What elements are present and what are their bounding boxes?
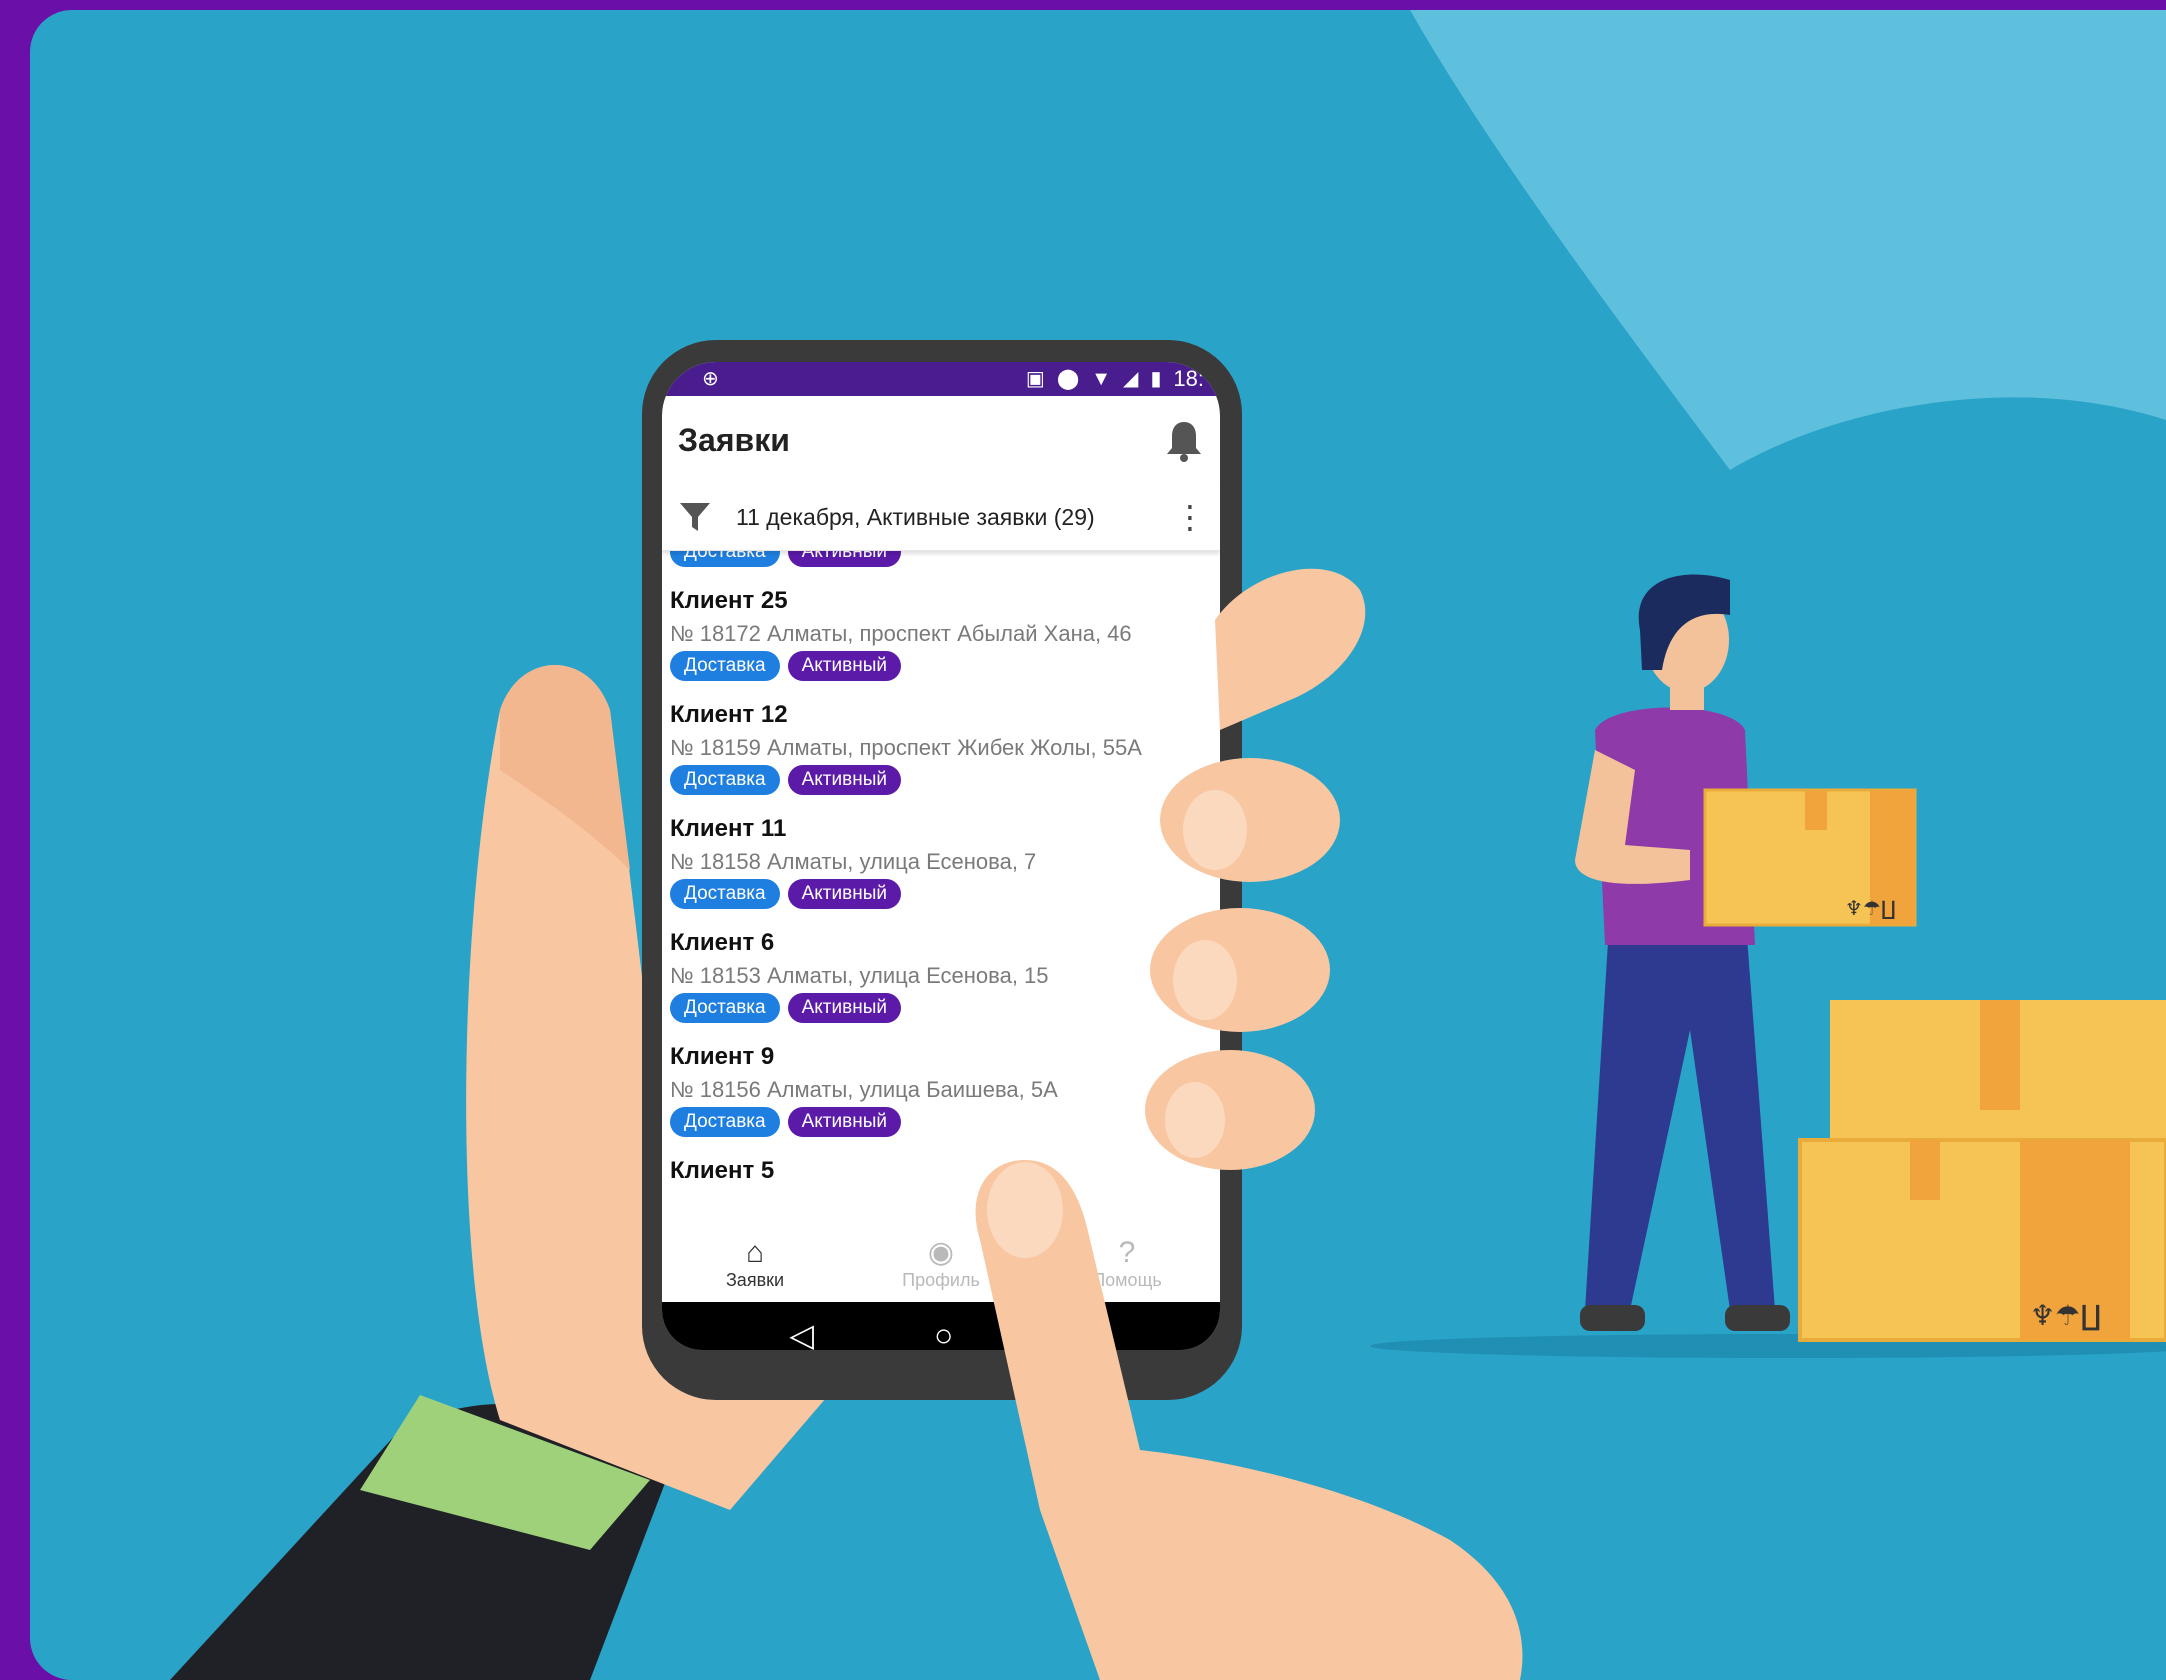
- status-badge: Активный: [787, 651, 901, 681]
- type-badge: Доставка: [670, 551, 780, 567]
- status-badge: Активный: [787, 551, 901, 567]
- nav-item-orders[interactable]: ⌂ Заявки: [680, 1236, 830, 1291]
- profile-icon: ◉: [927, 1235, 955, 1269]
- client-name: Клиент 12: [670, 701, 788, 728]
- list-item[interactable]: Клиент 25 № 18172 Алматы, проспект Абыла…: [662, 581, 1220, 695]
- filter-label: 11 декабря, Активные заявки (29): [736, 503, 1095, 530]
- back-icon[interactable]: ◁: [789, 1316, 814, 1350]
- illustration-scene: ♆☂∐ ♆☂∐ ⊕ ▣ ⬤ ▼ ◢ ▮ 18: Заявки 11 декабр…: [30, 10, 2166, 1680]
- type-badge: Доставка: [670, 993, 780, 1023]
- client-name: Клиент 11: [670, 815, 787, 842]
- orders-list[interactable]: Доставка Активный Клиент 25 № 18172 Алма…: [662, 551, 1220, 1201]
- filter-bar[interactable]: 11 декабря, Активные заявки (29) ⋮: [662, 484, 1220, 551]
- app-bar: Заявки: [662, 396, 1220, 484]
- client-name: Клиент 6: [670, 929, 775, 956]
- order-address: № 18172 Алматы, проспект Абылай Хана, 46: [670, 621, 1132, 646]
- phone-device: ⊕ ▣ ⬤ ▼ ◢ ▮ 18: Заявки 11 декабря, Актив…: [642, 340, 1242, 1400]
- nav-label: Заявки: [725, 1269, 785, 1290]
- status-bar: ⊕ ▣ ⬤ ▼ ◢ ▮ 18:: [662, 362, 1220, 396]
- list-item[interactable]: Клиент 6 № 18153 Алматы, улица Есенова, …: [662, 923, 1220, 1037]
- type-badge: Доставка: [670, 1107, 780, 1137]
- list-item[interactable]: Клиент 11 № 18158 Алматы, улица Есенова,…: [662, 809, 1220, 923]
- nav-item-help[interactable]: ? Помощь: [1052, 1236, 1202, 1291]
- svg-text:♆☂∐: ♆☂∐: [1845, 896, 1896, 920]
- client-name: Клиент 5: [670, 1157, 775, 1184]
- bottom-navigation: ⌂ Заявки ◉ Профиль ? Помощь: [662, 1224, 1220, 1302]
- status-badge: Активный: [787, 879, 901, 909]
- status-badge: Активный: [787, 765, 901, 795]
- android-navigation-bar: ◁ ○ □: [662, 1302, 1220, 1350]
- order-address: № 18156 Алматы, улица Баишева, 5А: [670, 1077, 1058, 1102]
- nav-label: Помощь: [1092, 1269, 1162, 1290]
- home-circle-icon[interactable]: ○: [934, 1317, 953, 1351]
- battery-icon: ▮: [1150, 368, 1162, 390]
- signal-icon: ◢: [1123, 368, 1139, 390]
- more-options-icon[interactable]: ⋮: [1174, 501, 1206, 533]
- help-icon: ?: [1118, 1235, 1136, 1269]
- svg-text:♆☂∐: ♆☂∐: [2030, 1299, 2101, 1332]
- cast-icon: ▣: [1025, 368, 1045, 390]
- status-badge: Активный: [787, 1107, 901, 1137]
- client-name: Клиент 9: [670, 1043, 775, 1070]
- wifi-icon: ▼: [1091, 368, 1111, 390]
- order-address: № 18158 Алматы, улица Есенова, 7: [670, 849, 1037, 874]
- home-icon: ⌂: [745, 1235, 765, 1269]
- list-item[interactable]: Клиент 5: [662, 1151, 1220, 1201]
- status-time: 18:: [1173, 366, 1204, 391]
- partial-item-badges: Доставка Активный: [670, 551, 901, 567]
- order-address: № 18153 Алматы, улица Есенова, 15: [670, 963, 1049, 988]
- type-badge: Доставка: [670, 879, 780, 909]
- nav-label: Профиль: [902, 1269, 980, 1290]
- nav-item-profile[interactable]: ◉ Профиль: [866, 1236, 1016, 1291]
- filter-icon[interactable]: [678, 499, 712, 535]
- recents-icon[interactable]: □: [1073, 1317, 1092, 1351]
- client-name: Клиент 25: [670, 587, 788, 614]
- list-item[interactable]: Клиент 12 № 18159 Алматы, проспект Жибек…: [662, 695, 1220, 809]
- list-item[interactable]: Клиент 9 № 18156 Алматы, улица Баишева, …: [662, 1037, 1220, 1151]
- steering-wheel-icon: ⊕: [702, 368, 719, 390]
- bell-icon[interactable]: [1164, 418, 1204, 462]
- location-icon: ⬤: [1056, 368, 1080, 390]
- page-title: Заявки: [678, 421, 790, 458]
- phone-screen: ⊕ ▣ ⬤ ▼ ◢ ▮ 18: Заявки 11 декабря, Актив…: [662, 362, 1220, 1350]
- type-badge: Доставка: [670, 765, 780, 795]
- type-badge: Доставка: [670, 651, 780, 681]
- status-badge: Активный: [787, 993, 901, 1023]
- order-address: № 18159 Алматы, проспект Жибек Жолы, 55А: [670, 735, 1142, 760]
